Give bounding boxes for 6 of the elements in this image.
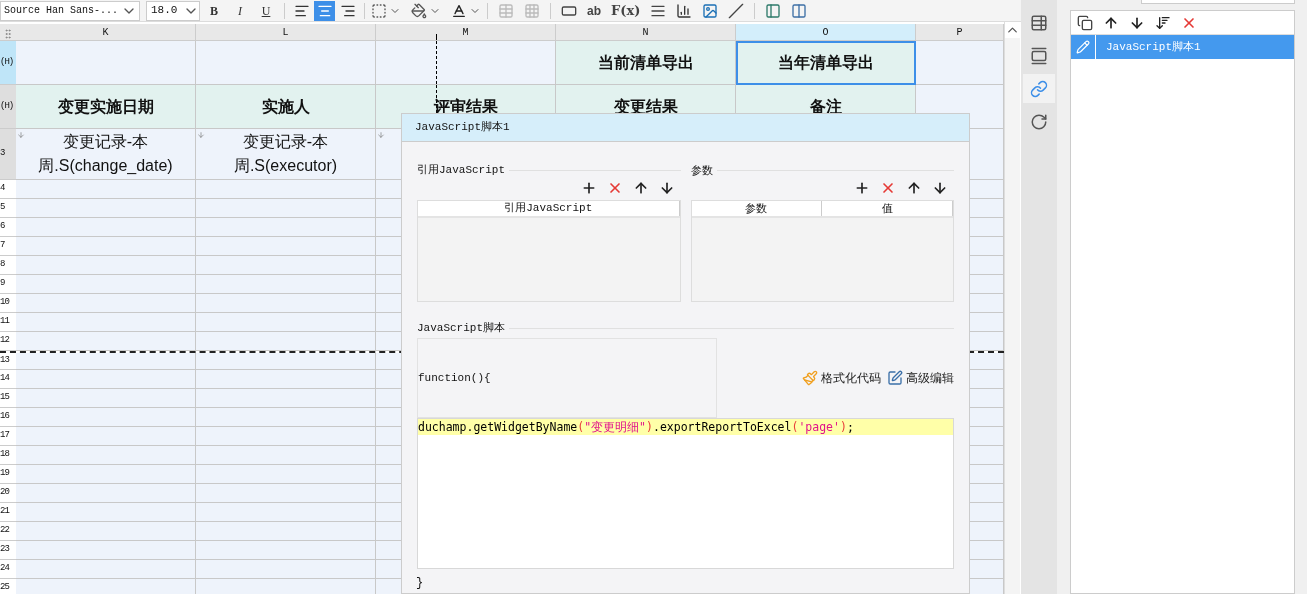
section-title: JavaScript脚本: [417, 320, 505, 336]
section-title: 引用JavaScript: [417, 162, 505, 178]
function-footer: }: [416, 576, 424, 590]
function-header: function(){: [418, 370, 491, 386]
dialog-title: JavaScript脚本1: [402, 114, 969, 142]
section-title: 参数: [690, 162, 713, 178]
